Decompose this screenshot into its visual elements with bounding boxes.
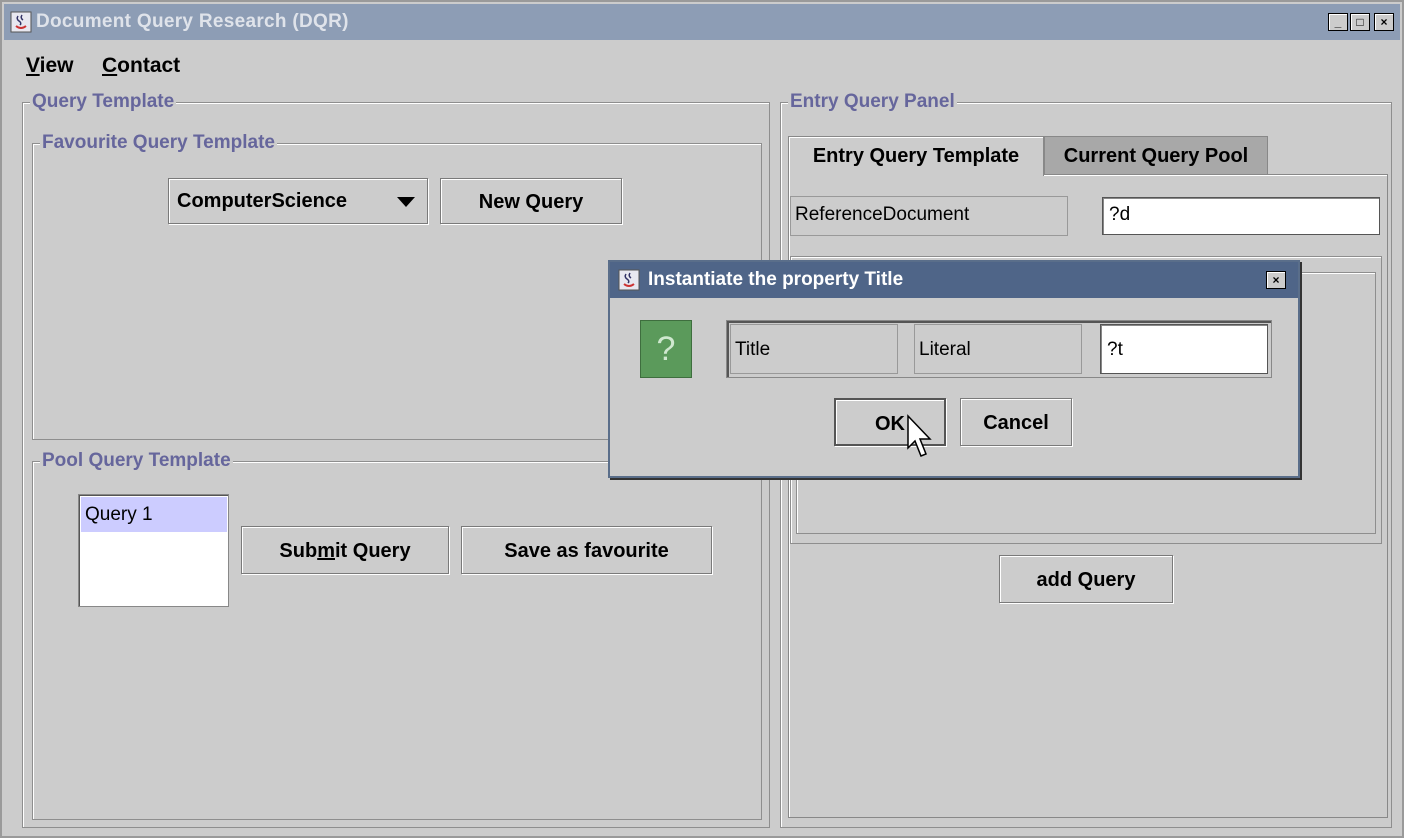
dialog-close-button[interactable]: × — [1266, 271, 1286, 289]
property-value-field[interactable]: ?t — [1100, 324, 1268, 374]
instantiate-property-dialog: Instantiate the property Title × ? Title… — [608, 260, 1300, 478]
java-app-icon — [10, 11, 32, 33]
favourite-query-title: Favourite Query Template — [40, 132, 277, 153]
cancel-button[interactable]: Cancel — [960, 398, 1072, 446]
minimize-button[interactable]: _ — [1328, 13, 1348, 31]
tab-current-query-pool[interactable]: Current Query Pool — [1044, 136, 1268, 174]
window-titlebar[interactable]: Document Query Research (DQR) _ □ × — [4, 4, 1400, 40]
menu-contact[interactable]: Contact — [102, 42, 180, 90]
menu-view[interactable]: View — [26, 42, 74, 90]
new-query-button[interactable]: New Query — [440, 178, 622, 224]
reference-document-label: ReferenceDocument — [790, 196, 1068, 236]
menu-contact-rest: ontact — [117, 54, 181, 77]
favourite-query-combo[interactable]: ComputerScience — [168, 178, 428, 224]
query-pool-list[interactable]: Query 1 — [78, 494, 229, 607]
query-template-title: Query Template — [30, 91, 177, 112]
add-query-button[interactable]: add Query — [999, 555, 1173, 603]
java-app-icon — [618, 269, 640, 291]
window-title: Document Query Research (DQR) — [36, 11, 349, 32]
property-name-cell: Title — [730, 324, 898, 374]
entry-query-title: Entry Query Panel — [788, 91, 957, 112]
dialog-titlebar[interactable]: Instantiate the property Title × — [610, 262, 1298, 298]
menu-view-mnemonic: V — [26, 54, 40, 77]
close-button[interactable]: × — [1374, 13, 1394, 31]
tab-entry-query-template[interactable]: Entry Query Template — [788, 136, 1044, 176]
submit-label-mnemonic: m — [317, 540, 335, 562]
combo-value: ComputerScience — [177, 190, 348, 212]
chevron-down-icon[interactable] — [397, 197, 415, 207]
submit-query-button[interactable]: Submit Query — [241, 526, 449, 574]
menu-bar: View Contact — [4, 42, 1400, 88]
dialog-title: Instantiate the property Title — [648, 269, 904, 290]
reference-document-field[interactable]: ?d — [1102, 197, 1380, 235]
mouse-pointer-icon — [907, 414, 932, 457]
submit-label-post: it Query — [335, 540, 411, 562]
submit-label-pre: Sub — [279, 540, 318, 562]
menu-contact-mnemonic: C — [102, 54, 118, 77]
save-favourite-button[interactable]: Save as favourite — [461, 526, 712, 574]
list-item[interactable]: Query 1 — [81, 497, 227, 532]
pool-query-title: Pool Query Template — [40, 450, 233, 471]
property-type-cell: Literal — [914, 324, 1082, 374]
maximize-button[interactable]: □ — [1350, 13, 1370, 31]
question-icon: ? — [640, 320, 692, 378]
menu-view-rest: iew — [39, 54, 74, 77]
